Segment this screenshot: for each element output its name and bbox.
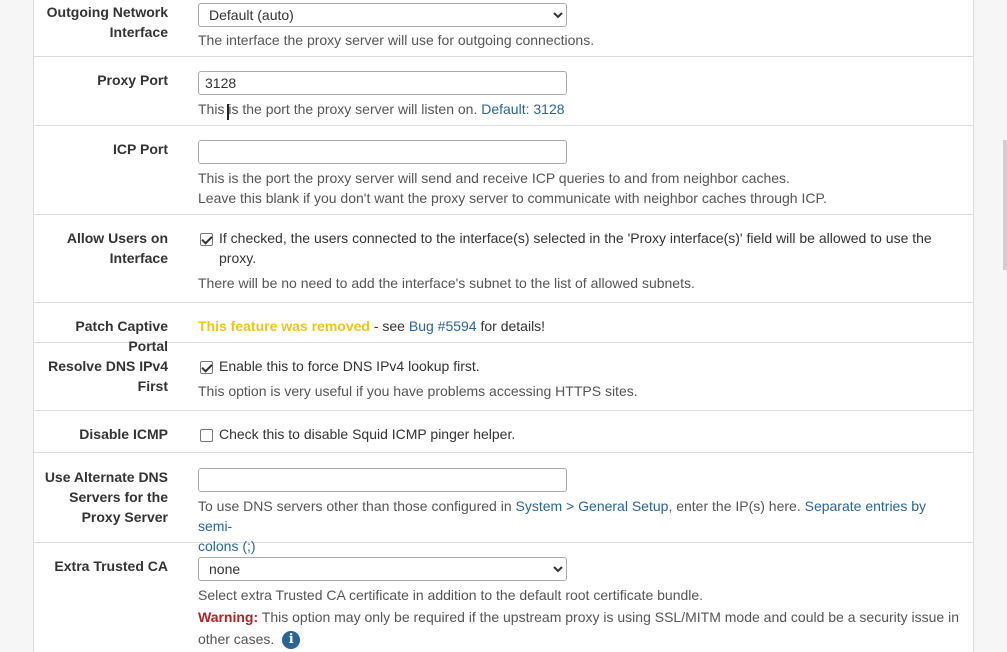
icp-port-label: ICP Port: [113, 141, 168, 157]
outgoing-interface-select[interactable]: Default (auto): [198, 3, 567, 27]
outgoing-interface-label: Outgoing Network Interface: [46, 4, 168, 40]
general-setup-link[interactable]: System > General Setup: [516, 498, 669, 514]
row-disable-icmp: Disable ICMP Check this to disable Squid…: [34, 411, 973, 453]
disable-icmp-check-text: Check this to disable Squid ICMP pinger …: [219, 426, 516, 442]
resolve-dns-check-text: Enable this to force DNS IPv4 lookup fir…: [219, 358, 480, 374]
extra-ca-select[interactable]: none: [198, 557, 567, 581]
resolve-dns-help: This option is very useful if you have p…: [198, 383, 638, 399]
allow-users-label: Allow Users on Interface: [66, 230, 168, 266]
feature-removed-notice: This feature was removed: [198, 318, 370, 334]
icp-port-input[interactable]: [198, 140, 567, 164]
allow-users-check-text: If checked, the users connected to the i…: [219, 230, 932, 266]
outgoing-interface-help: The interface the proxy server will use …: [198, 32, 595, 48]
resolve-dns-checkbox[interactable]: [200, 361, 213, 374]
patch-captive-help: This feature was removed - see Bug #5594…: [198, 318, 546, 334]
alternate-dns-label: Use Alternate DNS Servers for the Proxy …: [44, 469, 168, 525]
disable-icmp-checkbox[interactable]: [200, 429, 213, 442]
proxy-port-help: This is the port the proxy server will l…: [198, 101, 565, 117]
extra-ca-label: Extra Trusted CA: [54, 558, 168, 574]
scrollbar-thumb[interactable]: [1003, 140, 1007, 270]
warning-label: Warning:: [198, 609, 259, 625]
row-outgoing-interface: Outgoing Network Interface Default (auto…: [34, 0, 973, 57]
proxy-port-label: Proxy Port: [97, 72, 168, 88]
text-cursor-icon: [227, 104, 229, 120]
row-extra-trusted-ca: Extra Trusted CA none Select extra Trust…: [34, 543, 973, 652]
bug-link[interactable]: Bug #5594: [409, 318, 477, 334]
row-patch-captive-portal: Patch Captive Portal This feature was re…: [34, 303, 973, 354]
row-alternate-dns: Use Alternate DNS Servers for the Proxy …: [34, 453, 973, 554]
row-proxy-port: Proxy Port This is the port the proxy se…: [34, 57, 973, 126]
extra-ca-help: Select extra Trusted CA certificate in a…: [198, 587, 960, 650]
settings-panel: Outgoing Network Interface Default (auto…: [33, 0, 974, 652]
row-allow-users: Allow Users on Interface If checked, the…: [34, 215, 973, 303]
disable-icmp-label: Disable ICMP: [79, 426, 168, 442]
info-icon[interactable]: i: [282, 631, 301, 650]
icp-port-help: This is the port the proxy server will s…: [198, 170, 827, 206]
alternate-dns-input[interactable]: [198, 468, 567, 492]
proxy-port-input[interactable]: [198, 71, 567, 95]
allow-users-help: There will be no need to add the interfa…: [198, 275, 695, 291]
allow-users-checkbox[interactable]: [200, 233, 213, 246]
proxy-port-default: Default: 3128: [481, 101, 565, 117]
row-icp-port: ICP Port This is the port the proxy serv…: [34, 126, 973, 215]
resolve-dns-label: Resolve DNS IPv4 First: [48, 358, 168, 394]
row-resolve-dns: Resolve DNS IPv4 First Enable this to fo…: [34, 343, 973, 411]
